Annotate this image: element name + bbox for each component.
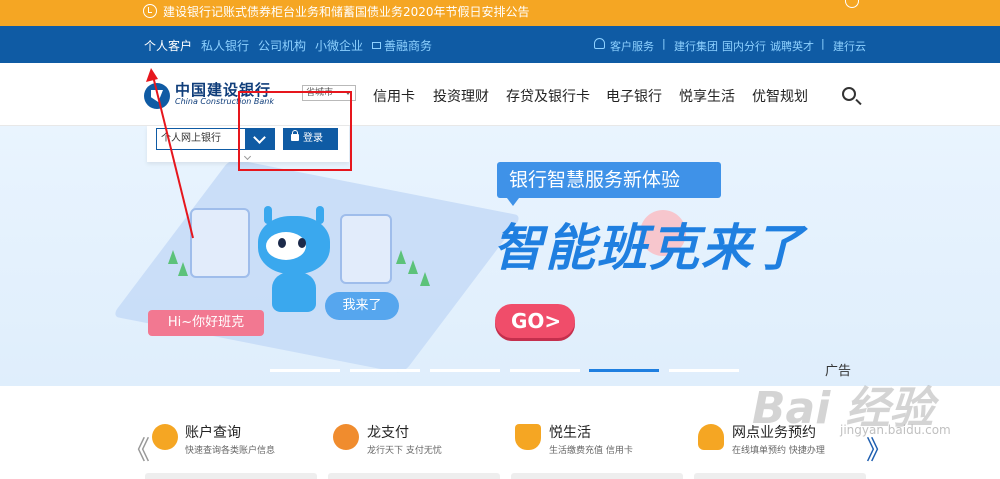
annotation-arrow-line [152, 75, 194, 239]
service-subtitle: 快速查询各类账户信息 [185, 446, 276, 456]
service-subtitle: 龙行天下 支付无忧 [367, 446, 442, 456]
prev-arrow-icon[interactable]: 《 [124, 438, 150, 464]
next-arrow-icon[interactable]: 》 [866, 438, 892, 464]
service-card-edge [328, 473, 500, 479]
service-title[interactable]: 龙支付 [367, 422, 409, 442]
service-title[interactable]: 账户查询 [185, 422, 241, 442]
service-card-edge [145, 473, 317, 479]
service-card-edge [694, 473, 866, 479]
service-subtitle: 在线填单预约 快捷办理 [732, 446, 825, 456]
service-card-edge [511, 473, 683, 479]
annotation-arrow-head [146, 68, 158, 82]
yen-icon [152, 424, 178, 450]
baidu-watermark-url: jingyan.baidu.com [840, 423, 951, 437]
dragon-pay-icon [333, 424, 359, 450]
coffee-icon [515, 424, 541, 450]
service-subtitle: 生活缴费充值 信用卡 [549, 446, 633, 456]
service-title[interactable]: 悦生活 [549, 422, 591, 442]
person-icon [698, 424, 724, 450]
